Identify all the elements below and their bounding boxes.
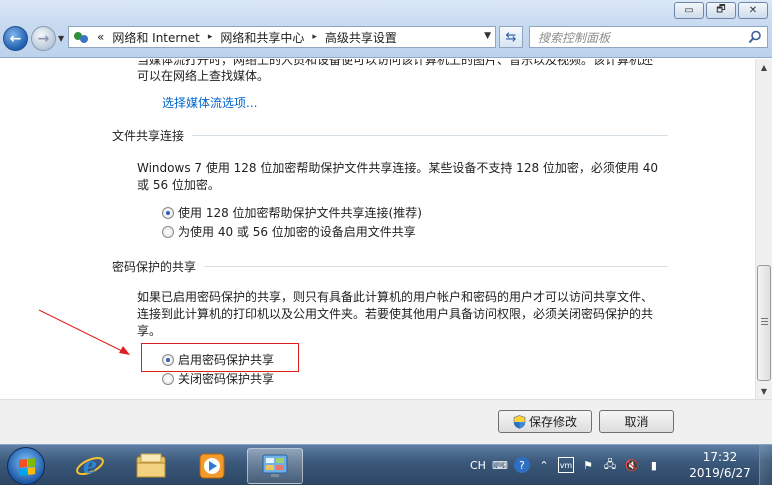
password-sharing-title-text: 密码保护的共享 [112,260,197,274]
control-panel-icon [262,454,288,477]
scroll-down-icon[interactable]: ▼ [756,383,772,399]
password-sharing-desc-3: 享。 [137,324,162,338]
keyboard-icon[interactable]: ⌨ [492,457,508,473]
close-button[interactable]: ✕ [738,2,768,19]
choose-media-stream-link[interactable]: 选择媒体流选项... [162,94,257,112]
file-sharing-title-text: 文件共享连接 [112,129,185,143]
window-titlebar: ▭ 🗗 ✕ ← → ▼ « 网络和 Internet ▸ 网络和共享中心 ▸ 高… [0,0,772,58]
arrow-right-icon: → [37,30,50,47]
save-changes-button[interactable]: 保存修改 [498,410,592,433]
clock-date: 2019/6/27 [689,466,751,480]
scroll-up-icon[interactable]: ▲ [756,59,772,75]
recent-pages-dropdown[interactable]: ▼ [58,34,64,43]
option-40-56bit[interactable]: 为使用 40 或 56 位加密的设备启用文件共享 [162,223,416,240]
taskbar: e CH ⌨ ? ⌃ vm ⚑ 🖧 🔇 ▮ 17:32 2019/6/27 [0,444,772,485]
window-controls: ▭ 🗗 ✕ [674,2,768,19]
vmware-icon[interactable]: vm [557,457,574,473]
disable-password-sharing-label[interactable]: 关闭密码保护共享 [178,370,274,387]
search-icon[interactable] [748,30,762,44]
password-sharing-section-title: 密码保护的共享 [112,258,668,275]
volume-muted-icon[interactable]: 🔇 [624,457,640,473]
breadcrumb-network-internet[interactable]: 网络和 Internet [112,29,199,46]
media-stream-text-2: 可以在网络上查找媒体。 [137,69,270,83]
annotation-highlight-box [141,343,299,372]
option-disable-password-sharing[interactable]: 关闭密码保护共享 [162,370,274,387]
media-player-icon [199,453,225,479]
taskbar-media-player[interactable] [184,448,240,484]
section-divider [192,135,668,136]
chevron-right-icon[interactable]: ▸ [312,32,317,42]
section-divider [204,266,668,267]
option-128bit-label[interactable]: 使用 128 位加密帮助保护文件共享连接(推荐) [178,204,422,221]
minimize-button[interactable]: ▭ [674,2,704,19]
windows-logo-icon [19,458,35,476]
save-changes-label: 保存修改 [528,415,577,429]
input-language-indicator[interactable]: CH [470,459,486,472]
system-tray: CH ⌨ ? ⌃ vm ⚑ 🖧 🔇 ▮ [470,453,662,477]
file-sharing-section-title: 文件共享连接 [112,127,668,144]
forward-button[interactable]: → [31,26,56,51]
chevron-down-icon[interactable]: ▼ [484,31,491,41]
refresh-icon: ⇆ [505,29,517,45]
address-bar[interactable]: « 网络和 Internet ▸ 网络和共享中心 ▸ 高级共享设置 ▼ [68,26,496,48]
option-40-56bit-label[interactable]: 为使用 40 或 56 位加密的设备启用文件共享 [178,223,416,240]
network-tray-icon[interactable]: 🖧 [602,457,618,473]
breadcrumb-network-sharing-center[interactable]: 网络和共享中心 [220,29,304,46]
internet-explorer-icon: e [76,453,104,479]
cancel-label: 取消 [624,415,649,429]
radio-button[interactable] [162,225,174,238]
chevron-right-icon[interactable]: ▸ [208,32,213,42]
action-center-icon[interactable]: ⚑ [580,457,596,473]
refresh-button[interactable]: ⇆ [499,26,523,48]
network-icon [73,29,89,45]
system-clock[interactable]: 17:32 2019/6/27 [686,449,754,481]
show-hidden-icons-chevron[interactable]: ⌃ [536,457,552,473]
arrow-left-icon: ← [9,30,22,47]
search-input[interactable]: 搜索控制面板 [529,26,768,48]
cancel-button[interactable]: 取消 [599,410,674,433]
uac-shield-icon [513,414,526,429]
taskbar-internet-explorer[interactable]: e [62,448,118,484]
show-desktop-button[interactable] [759,445,772,485]
breadcrumb-overflow[interactable]: « [97,30,104,44]
settings-content: 当媒体流打开时，网络上的人员和设备便可以访问该计算机上的图片、音乐以及视频。该计… [0,59,755,399]
restore-button[interactable]: 🗗 [706,2,736,19]
taskbar-windows-explorer[interactable] [123,448,179,484]
vertical-scrollbar[interactable]: ▲ ▼ [755,59,772,399]
folder-icon [136,453,166,478]
power-icon[interactable]: ▮ [646,457,662,473]
option-128bit[interactable]: 使用 128 位加密帮助保护文件共享连接(推荐) [162,204,422,221]
file-sharing-desc-2: 或 56 位加密。 [137,178,220,192]
password-sharing-desc-2: 连接到此计算机的打印机以及公用文件夹。若要使其他用户具备访问权限，必须关闭密码保… [137,307,654,321]
clock-time: 17:32 [702,450,738,464]
breadcrumb-advanced-sharing[interactable]: 高级共享设置 [325,29,397,46]
file-sharing-desc-1: Windows 7 使用 128 位加密帮助保护文件共享连接。某些设备不支持 1… [137,161,658,175]
back-button[interactable]: ← [3,26,28,51]
action-bar: 保存修改 取消 [0,399,772,444]
taskbar-control-panel[interactable] [247,448,303,484]
radio-button[interactable] [162,372,174,385]
radio-button-selected[interactable] [162,206,174,219]
password-sharing-desc-1: 如果已启用密码保护的共享，则只有具备此计算机的用户帐户和密码的用户才可以访问共享… [137,290,654,304]
scrollbar-thumb[interactable] [757,265,771,381]
search-placeholder: 搜索控制面板 [538,30,611,45]
start-button[interactable] [7,447,45,485]
svg-text:e: e [83,453,97,479]
help-icon[interactable]: ? [513,457,530,473]
